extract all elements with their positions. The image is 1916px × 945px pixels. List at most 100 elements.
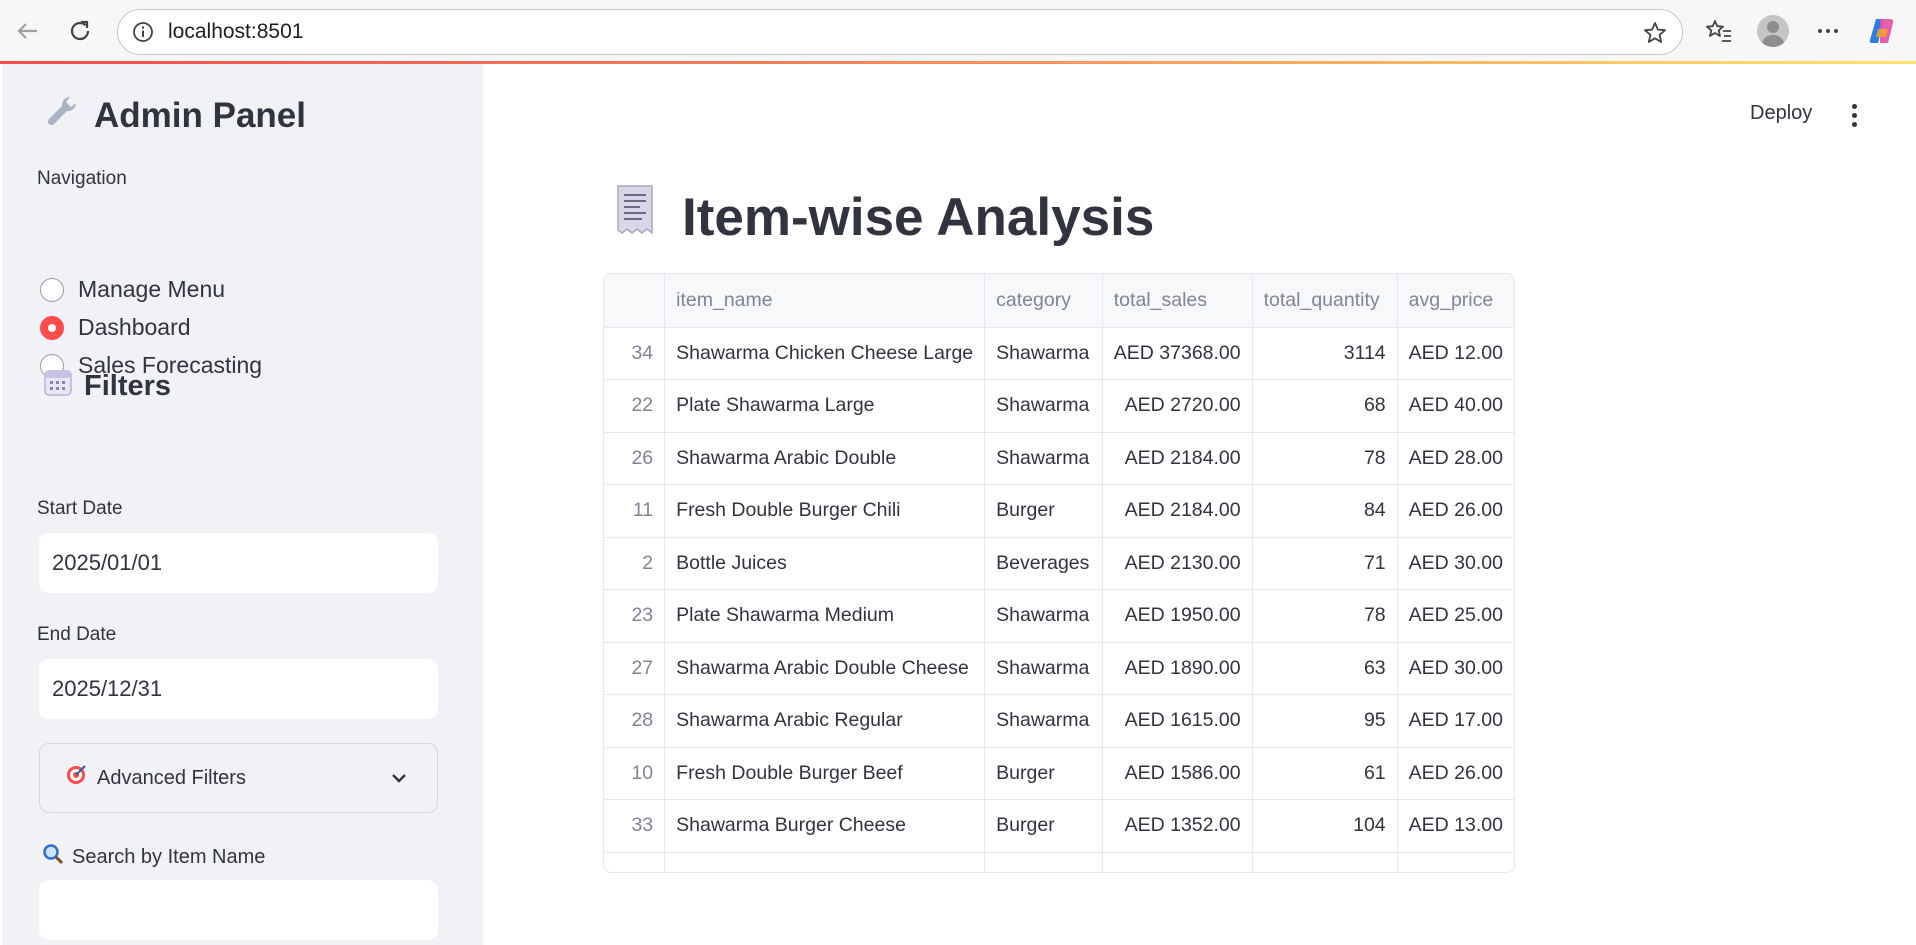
- cell-category[interactable]: Burger: [984, 484, 1103, 538]
- column-header-index[interactable]: [604, 274, 666, 328]
- cell-category[interactable]: Shawarma: [984, 642, 1103, 695]
- cell-item-name[interactable]: Fresh Double Burger Beef: [664, 747, 986, 800]
- cell-total-sales[interactable]: AED 1615.00: [1102, 694, 1253, 748]
- row-index[interactable]: 26: [604, 432, 666, 485]
- radio-circle-selected[interactable]: [40, 315, 64, 340]
- column-header-item-name[interactable]: item_name: [664, 274, 986, 328]
- deploy-button[interactable]: Deploy: [1750, 102, 1812, 125]
- main-menu-kebab-icon[interactable]: [1842, 100, 1866, 130]
- reload-icon[interactable]: [62, 13, 98, 49]
- more-options-icon[interactable]: [1810, 13, 1846, 49]
- table-row-partial[interactable]: [604, 852, 1514, 872]
- column-header-total-sales[interactable]: total_sales: [1102, 274, 1253, 328]
- cell-category[interactable]: Beverages: [984, 537, 1103, 590]
- cell-item-name[interactable]: Shawarma Arabic Regular: [664, 694, 986, 748]
- advanced-filters-expander[interactable]: Advanced Filters: [39, 743, 438, 813]
- favorites-icon[interactable]: [1701, 13, 1737, 49]
- cell-category[interactable]: Burger: [984, 799, 1103, 853]
- cell-total-sales[interactable]: AED 2184.00: [1102, 484, 1253, 538]
- copilot-icon[interactable]: [1864, 13, 1900, 49]
- cell-avg-price[interactable]: [1397, 852, 1514, 872]
- cell-item-name[interactable]: Fresh Double Burger Chili: [664, 484, 986, 538]
- row-index[interactable]: [604, 852, 666, 872]
- cell-item-name[interactable]: [664, 852, 986, 872]
- cell-category[interactable]: Shawarma: [984, 379, 1103, 433]
- cell-item-name[interactable]: Bottle Juices: [664, 537, 986, 590]
- row-index[interactable]: 33: [604, 799, 666, 853]
- start-date-input[interactable]: [39, 533, 438, 593]
- cell-category[interactable]: [984, 852, 1103, 872]
- cell-item-name[interactable]: Shawarma Arabic Double: [664, 432, 986, 485]
- cell-total-sales[interactable]: AED 1352.00: [1102, 799, 1253, 853]
- cell-total-quantity[interactable]: 104: [1252, 799, 1398, 853]
- cell-total-quantity[interactable]: 63: [1252, 642, 1398, 695]
- address-bar[interactable]: localhost:8501: [117, 9, 1683, 55]
- cell-total-quantity[interactable]: 3114: [1252, 327, 1398, 380]
- cell-avg-price[interactable]: AED 30.00: [1397, 642, 1514, 695]
- cell-avg-price[interactable]: AED 26.00: [1397, 484, 1514, 538]
- table-row[interactable]: 27 Shawarma Arabic Double Cheese Shawarm…: [604, 642, 1514, 695]
- cell-total-quantity[interactable]: [1252, 852, 1398, 872]
- cell-total-sales[interactable]: AED 2720.00: [1102, 379, 1253, 433]
- column-header-avg-price[interactable]: avg_price: [1397, 274, 1514, 328]
- radio-circle[interactable]: [40, 277, 64, 302]
- cell-total-sales[interactable]: AED 1586.00: [1102, 747, 1253, 800]
- cell-total-quantity[interactable]: 78: [1252, 432, 1398, 485]
- cell-total-quantity[interactable]: 61: [1252, 747, 1398, 800]
- profile-avatar-icon[interactable]: [1755, 13, 1791, 49]
- cell-total-sales[interactable]: AED 2130.00: [1102, 537, 1253, 590]
- cell-total-quantity[interactable]: 78: [1252, 589, 1398, 643]
- chevron-down-icon[interactable]: [389, 768, 409, 794]
- row-index[interactable]: 28: [604, 694, 666, 748]
- end-date-input[interactable]: [39, 659, 438, 719]
- cell-avg-price[interactable]: AED 25.00: [1397, 589, 1514, 643]
- site-info-icon[interactable]: [132, 21, 154, 48]
- table-row[interactable]: 11 Fresh Double Burger Chili Burger AED …: [604, 484, 1514, 538]
- cell-total-quantity[interactable]: 68: [1252, 379, 1398, 433]
- cell-total-sales[interactable]: AED 1950.00: [1102, 589, 1253, 643]
- column-header-category[interactable]: category: [984, 274, 1103, 328]
- table-row[interactable]: 10 Fresh Double Burger Beef Burger AED 1…: [604, 747, 1514, 800]
- nav-option-manage-menu[interactable]: Manage Menu: [40, 276, 225, 303]
- cell-total-sales[interactable]: AED 2184.00: [1102, 432, 1253, 485]
- cell-total-quantity[interactable]: 95: [1252, 694, 1398, 748]
- table-row[interactable]: 33 Shawarma Burger Cheese Burger AED 135…: [604, 799, 1514, 853]
- back-icon[interactable]: [10, 13, 46, 49]
- row-index[interactable]: 22: [604, 379, 666, 433]
- cell-avg-price[interactable]: AED 26.00: [1397, 747, 1514, 800]
- row-index[interactable]: 2: [604, 537, 666, 590]
- favorite-star-icon[interactable]: [1642, 20, 1668, 51]
- row-index[interactable]: 34: [604, 327, 666, 380]
- url-text[interactable]: localhost:8501: [168, 10, 303, 54]
- cell-category[interactable]: Shawarma: [984, 432, 1103, 485]
- cell-total-quantity[interactable]: 71: [1252, 537, 1398, 590]
- cell-avg-price[interactable]: AED 40.00: [1397, 379, 1514, 433]
- nav-option-dashboard[interactable]: Dashboard: [40, 314, 191, 341]
- cell-item-name[interactable]: Shawarma Burger Cheese: [664, 799, 986, 853]
- table-row[interactable]: 28 Shawarma Arabic Regular Shawarma AED …: [604, 694, 1514, 748]
- cell-avg-price[interactable]: AED 12.00: [1397, 327, 1514, 380]
- cell-category[interactable]: Burger: [984, 747, 1103, 800]
- row-index[interactable]: 23: [604, 589, 666, 643]
- cell-item-name[interactable]: Plate Shawarma Medium: [664, 589, 986, 643]
- table-row[interactable]: 2 Bottle Juices Beverages AED 2130.00 71…: [604, 537, 1514, 590]
- cell-avg-price[interactable]: AED 30.00: [1397, 537, 1514, 590]
- cell-total-sales[interactable]: [1102, 852, 1253, 872]
- row-index[interactable]: 27: [604, 642, 666, 695]
- cell-total-sales[interactable]: AED 37368.00: [1102, 327, 1253, 380]
- cell-category[interactable]: Shawarma: [984, 327, 1103, 380]
- column-header-total-quantity[interactable]: total_quantity: [1252, 274, 1398, 328]
- cell-category[interactable]: Shawarma: [984, 694, 1103, 748]
- cell-total-quantity[interactable]: 84: [1252, 484, 1398, 538]
- cell-item-name[interactable]: Shawarma Chicken Cheese Large: [664, 327, 986, 380]
- item-analysis-table[interactable]: item_name category total_sales total_qua…: [603, 273, 1515, 873]
- cell-avg-price[interactable]: AED 28.00: [1397, 432, 1514, 485]
- table-row[interactable]: 22 Plate Shawarma Large Shawarma AED 272…: [604, 379, 1514, 433]
- table-row[interactable]: 26 Shawarma Arabic Double Shawarma AED 2…: [604, 432, 1514, 485]
- row-index[interactable]: 10: [604, 747, 666, 800]
- table-row[interactable]: 23 Plate Shawarma Medium Shawarma AED 19…: [604, 589, 1514, 643]
- cell-item-name[interactable]: Shawarma Arabic Double Cheese: [664, 642, 986, 695]
- table-row[interactable]: 34 Shawarma Chicken Cheese Large Shawarm…: [604, 327, 1514, 380]
- cell-avg-price[interactable]: AED 17.00: [1397, 694, 1514, 748]
- row-index[interactable]: 11: [604, 484, 666, 538]
